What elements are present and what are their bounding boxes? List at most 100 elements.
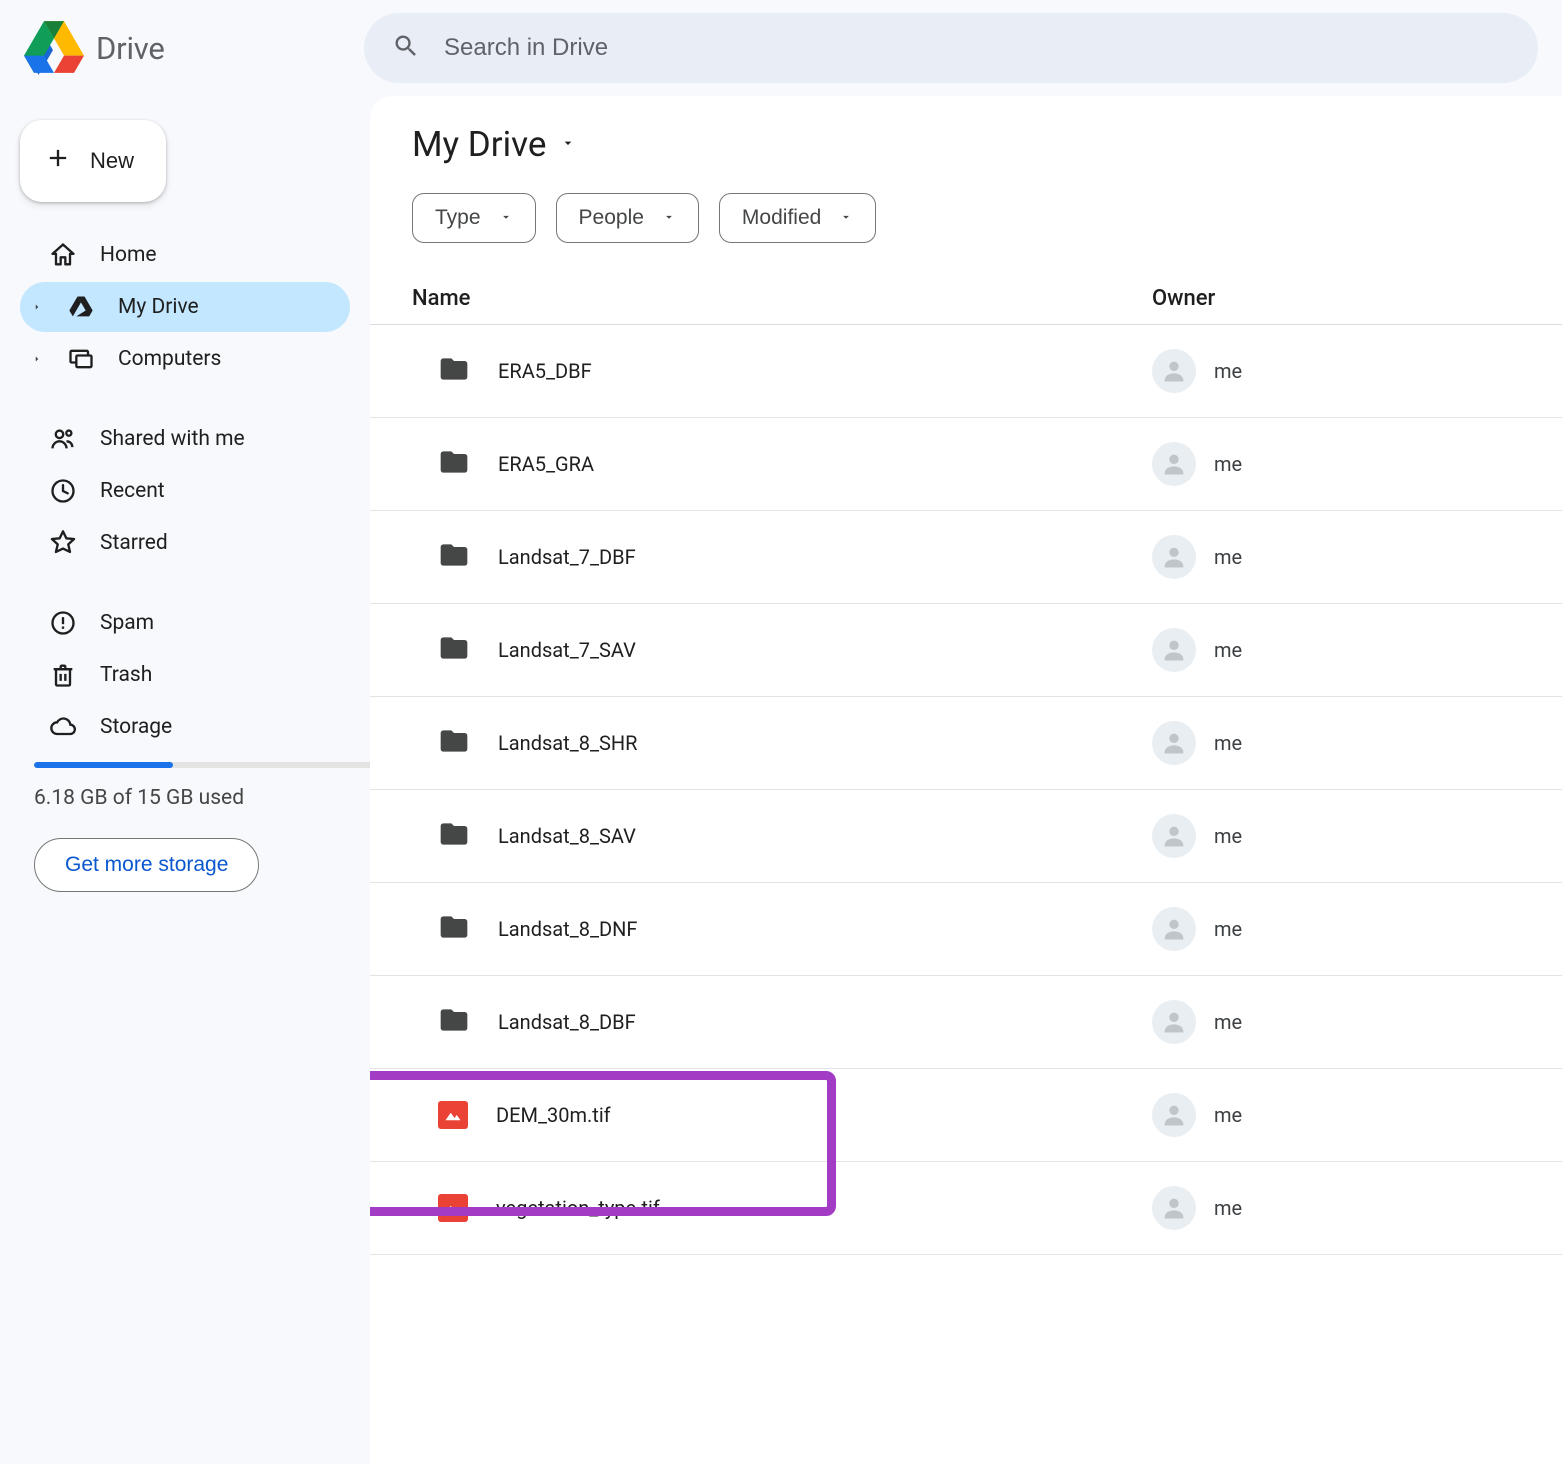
file-row[interactable]: Landsat_7_DBFme	[370, 511, 1562, 604]
sidebar-item-spam[interactable]: Spam	[20, 598, 350, 648]
file-row[interactable]: Landsat_8_SHR me	[370, 697, 1562, 790]
column-header-owner[interactable]: Owner	[1152, 286, 1412, 311]
file-row[interactable]: Landsat_8_SAVme	[370, 790, 1562, 883]
sidebar-item-home[interactable]: Home	[20, 230, 350, 280]
cell-owner: me	[1152, 907, 1412, 951]
logo[interactable]: Drive	[24, 21, 364, 75]
file-name: DEM_30m.tif	[496, 1103, 611, 1127]
new-button-label: New	[90, 148, 134, 174]
computers-icon	[66, 345, 96, 373]
filter-chip-label: People	[579, 206, 644, 230]
cell-name: Landsat_8_SHR	[412, 725, 1152, 761]
caret-down-icon	[499, 206, 513, 230]
sidebar-item-shared-with-me[interactable]: Shared with me	[20, 414, 350, 464]
file-row[interactable]: ERA5_GRA me	[370, 418, 1562, 511]
sidebar-item-computers[interactable]: Computers	[20, 334, 350, 384]
file-row[interactable]: ERA5_DBF me	[370, 325, 1562, 418]
file-row[interactable]: Landsat_8_DNF me	[370, 883, 1562, 976]
sidebar-item-label: Spam	[100, 611, 154, 635]
file-row[interactable]: Landsat_8_DBF me	[370, 976, 1562, 1069]
drive-icon	[66, 293, 96, 321]
sidebar-item-label: Storage	[100, 715, 172, 739]
column-header-name[interactable]: Name	[412, 286, 1152, 311]
file-name: ERA5_DBF	[498, 359, 592, 383]
cell-name: Landsat_8_DBF	[412, 1004, 1152, 1040]
sidebar-item-label: Home	[100, 243, 157, 267]
file-name: Landsat_7_DBF	[498, 545, 636, 569]
app-name: Drive	[96, 30, 165, 67]
folder-icon	[438, 725, 470, 761]
search-input[interactable]	[444, 34, 1510, 62]
folder-icon	[438, 1004, 470, 1040]
owner-avatar-icon	[1152, 442, 1196, 486]
file-row[interactable]: Landsat_7_SAVme	[370, 604, 1562, 697]
sidebar-item-label: Computers	[118, 347, 221, 371]
caret-down-icon	[839, 206, 853, 230]
cell-name: Landsat_8_SAV	[412, 818, 1152, 854]
file-name: Landsat_8_SHR	[498, 731, 637, 755]
sidebar-item-my-drive[interactable]: My Drive	[20, 282, 350, 332]
spam-icon	[48, 609, 78, 637]
owner-text: me	[1214, 731, 1242, 755]
sidebar-item-label: Recent	[100, 479, 165, 503]
file-name: Landsat_8_DBF	[498, 1010, 636, 1034]
main: My Drive Type People Modified Name Owner E…	[370, 96, 1562, 1464]
plus-icon	[44, 144, 72, 178]
sidebar-item-label: Starred	[100, 531, 168, 555]
owner-text: me	[1214, 1103, 1242, 1127]
cell-owner: me	[1152, 442, 1412, 486]
sidebar-item-starred[interactable]: Starred	[20, 518, 350, 568]
cell-name: ERA5_GRA	[412, 446, 1152, 482]
folder-icon	[438, 539, 470, 575]
owner-avatar-icon	[1152, 349, 1196, 393]
cell-name: vegetation_type.tif	[412, 1194, 1152, 1222]
owner-text: me	[1214, 1196, 1242, 1220]
storage-text: 6.18 GB of 15 GB used	[34, 786, 350, 810]
owner-avatar-icon	[1152, 628, 1196, 672]
owner-avatar-icon	[1152, 907, 1196, 951]
filter-chip-label: Modified	[742, 206, 821, 230]
search-icon	[392, 32, 420, 64]
home-icon	[48, 241, 78, 269]
owner-avatar-icon	[1152, 535, 1196, 579]
owner-avatar-icon	[1152, 721, 1196, 765]
owner-text: me	[1214, 917, 1242, 941]
cell-name: ERA5_DBF	[412, 353, 1152, 389]
sidebar-item-label: Shared with me	[100, 427, 245, 451]
file-row[interactable]: DEM_30m.tif me	[370, 1069, 1562, 1162]
owner-text: me	[1214, 359, 1242, 383]
filter-chip-people[interactable]: People	[556, 193, 699, 243]
cell-name: DEM_30m.tif	[412, 1101, 1152, 1129]
chevron-right-icon	[32, 354, 44, 364]
sidebar-item-storage[interactable]: Storage	[20, 702, 350, 752]
folder-icon	[438, 632, 470, 668]
header: Drive	[0, 0, 1562, 96]
cell-name: Landsat_7_DBF	[412, 539, 1152, 575]
get-more-storage-button[interactable]: Get more storage	[34, 838, 259, 892]
file-name: Landsat_8_SAV	[498, 824, 636, 848]
cell-owner: me	[1152, 1093, 1412, 1137]
search-bar[interactable]	[364, 13, 1538, 83]
sidebar-item-trash[interactable]: Trash	[20, 650, 350, 700]
file-name: vegetation_type.tif	[496, 1196, 660, 1220]
cell-owner: me	[1152, 628, 1412, 672]
folder-icon	[438, 353, 470, 389]
breadcrumb[interactable]: My Drive	[370, 124, 1562, 165]
file-row[interactable]: vegetation_type.tif me	[370, 1162, 1562, 1255]
filter-chip-modified[interactable]: Modified	[719, 193, 876, 243]
new-button[interactable]: New	[20, 120, 166, 202]
caret-down-icon	[560, 135, 576, 155]
filter-chip-type[interactable]: Type	[412, 193, 536, 243]
owner-text: me	[1214, 1010, 1242, 1034]
image-file-icon	[438, 1101, 468, 1129]
sidebar-item-recent[interactable]: Recent	[20, 466, 350, 516]
folder-icon	[438, 911, 470, 947]
shared-icon	[48, 425, 78, 453]
owner-avatar-icon	[1152, 1000, 1196, 1044]
table-header: Name Owner	[370, 273, 1562, 325]
storage-meter-fill	[34, 762, 173, 768]
cell-name: Landsat_7_SAV	[412, 632, 1152, 668]
sidebar-item-label: My Drive	[118, 295, 199, 319]
owner-text: me	[1214, 452, 1242, 476]
cell-name: Landsat_8_DNF	[412, 911, 1152, 947]
